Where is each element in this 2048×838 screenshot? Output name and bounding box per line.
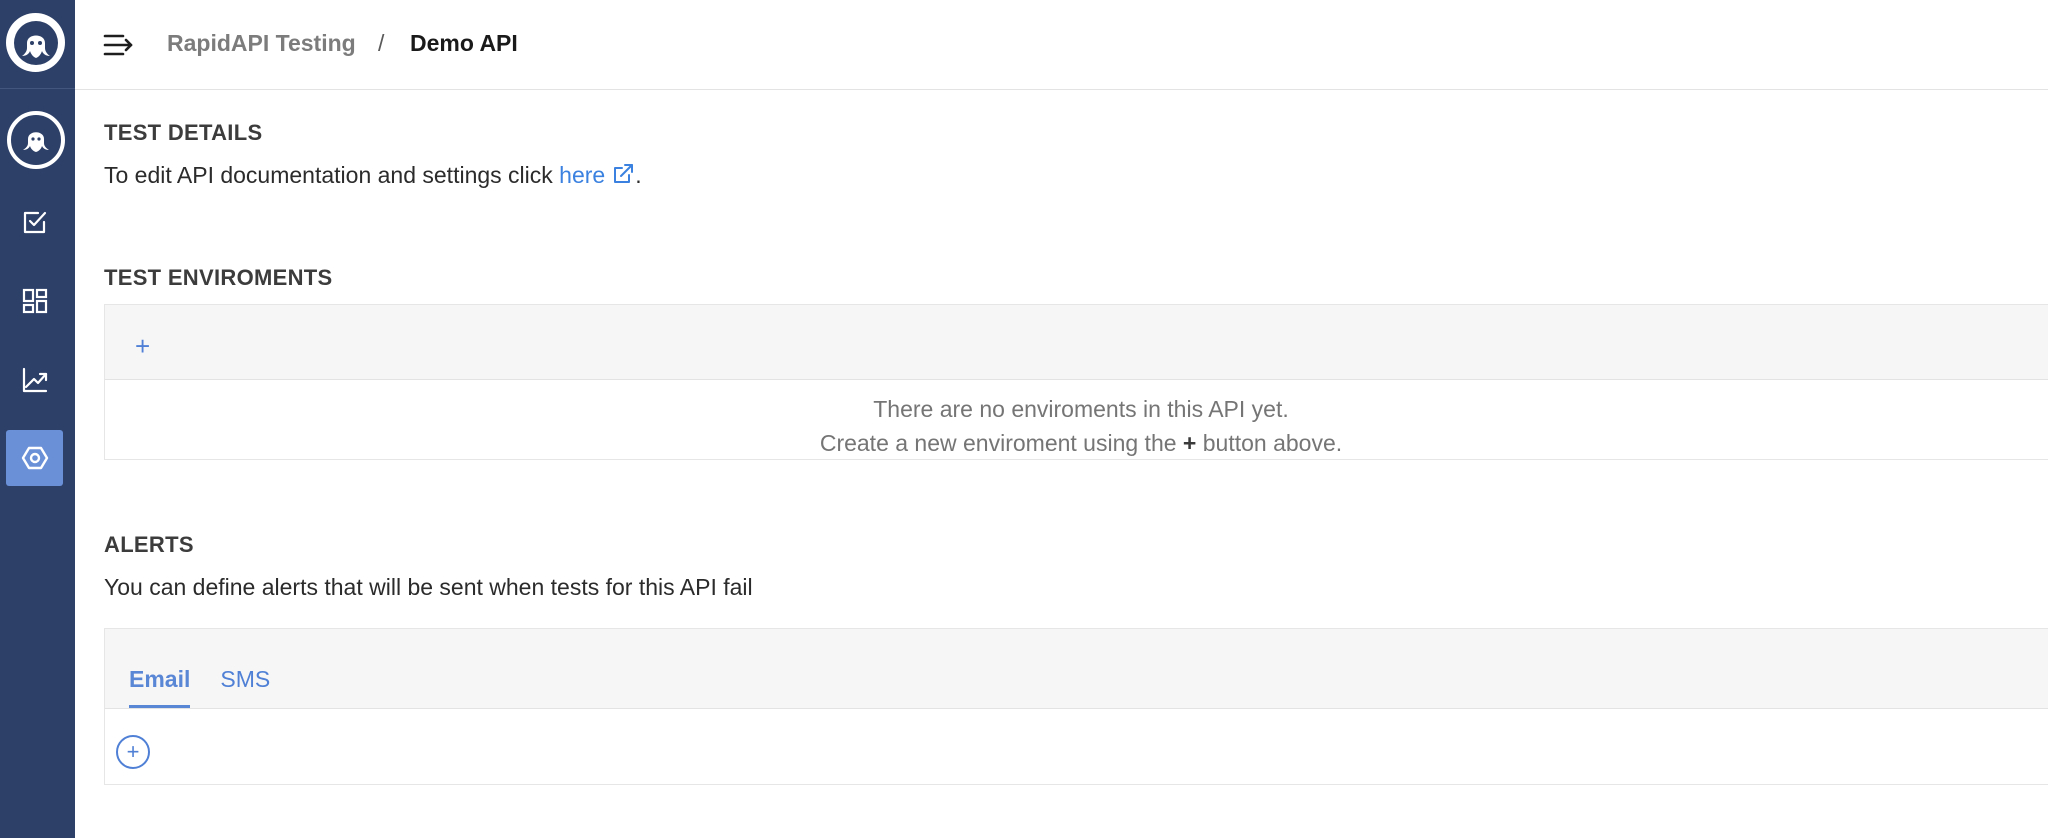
alerts-panel: Email SMS + <box>104 628 2048 785</box>
octopus-avatar-icon[interactable] <box>7 111 65 169</box>
alerts-description: You can define alerts that will be sent … <box>104 574 753 600</box>
documentation-link-label[interactable]: here <box>559 162 605 188</box>
checklist-icon[interactable] <box>6 194 63 250</box>
settings-hexagon-icon[interactable] <box>6 430 63 486</box>
empty-line-2-plus: + <box>1182 430 1197 456</box>
empty-line-2: Create a new enviroment using the + butt… <box>105 426 2048 460</box>
environments-panel: + There are no enviroments in this API y… <box>104 304 2048 460</box>
add-environment-button[interactable]: + <box>135 333 150 359</box>
breadcrumb-current: Demo API <box>410 30 518 56</box>
analytics-icon[interactable] <box>6 352 63 408</box>
test-details-text-end: . <box>635 162 642 188</box>
empty-line-2-start: Create a new enviroment using the <box>819 430 1183 456</box>
tab-email[interactable]: Email <box>129 666 191 708</box>
environments-toolbar: + <box>105 305 2048 380</box>
breadcrumb-parent[interactable]: RapidAPI Testing <box>167 30 356 57</box>
empty-line-2-end: button above. <box>1196 430 1343 456</box>
test-details-text-start: To edit API documentation and settings c… <box>104 162 560 188</box>
sidebar-divider <box>0 88 75 89</box>
test-details-text: To edit API documentation and settings c… <box>104 162 642 192</box>
alerts-title: ALERTS <box>104 532 194 557</box>
dashboard-icon[interactable] <box>6 273 63 329</box>
tab-sms[interactable]: SMS <box>220 666 270 708</box>
alerts-tabs: Email SMS <box>129 666 270 708</box>
menu-collapse-icon[interactable] <box>103 31 135 59</box>
sidebar <box>0 0 75 838</box>
environments-title: TEST ENVIROMENTS <box>104 265 333 290</box>
environments-empty-message: There are no enviroments in this API yet… <box>105 380 2048 460</box>
test-details-title: TEST DETAILS <box>104 120 263 145</box>
breadcrumb-separator: / <box>378 30 385 56</box>
alerts-list: + <box>105 709 2048 785</box>
add-alert-button[interactable]: + <box>116 735 150 769</box>
documentation-link[interactable]: here <box>559 162 635 188</box>
octopus-logo-icon[interactable] <box>6 13 65 72</box>
alerts-tabs-bar: Email SMS <box>105 629 2048 709</box>
external-link-icon[interactable] <box>611 162 635 192</box>
empty-line-1: There are no enviroments in this API yet… <box>873 396 1289 422</box>
top-bar: RapidAPI Testing / Demo API <box>75 0 2048 90</box>
